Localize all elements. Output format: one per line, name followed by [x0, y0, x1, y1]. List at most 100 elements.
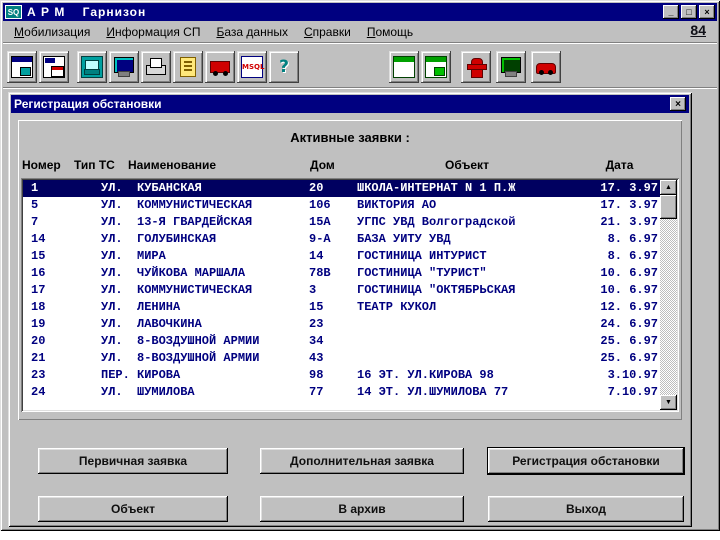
cell-date: 7.10.97: [607, 385, 658, 399]
cell-house: 34: [309, 334, 324, 348]
green-window-icon-2-button[interactable]: [421, 50, 451, 83]
column-header-name: Наименование: [128, 158, 217, 172]
hydrant-icon: [465, 56, 487, 78]
table-row[interactable]: 1 УЛ. КУБАНСКАЯ 20 ШКОЛА-ИНТЕРНАТ N 1 П.Ж 17.…: [23, 180, 660, 197]
table-row[interactable]: 14 УЛ. ГОЛУБИНСКАЯ 9-А БАЗА УИТУ УВД 8. 6.97: [23, 231, 660, 248]
dialog-title-bar: Регистрация обстановки ×: [11, 95, 689, 113]
cell-type: УЛ.: [101, 385, 123, 399]
table-row[interactable]: 20 УЛ. 8-ВОЗДУШНОЙ АРМИИ 34 25. 6.97: [23, 333, 660, 350]
cell-object: [357, 333, 583, 350]
document-button[interactable]: [173, 50, 203, 83]
cell-date: 8. 6.97: [607, 232, 658, 246]
table-header: Номер Тип ТС Наименование Дом Объект Дат…: [22, 158, 661, 172]
cell-name: КИРОВА: [137, 368, 181, 382]
document-icon: [177, 56, 199, 78]
object-button[interactable]: Объект: [38, 496, 228, 522]
green-window-icon-2: [425, 55, 447, 78]
menu-item-references[interactable]: Справки: [296, 22, 359, 42]
monitor-icon: [113, 56, 135, 78]
cascade-window-icon: [11, 55, 33, 78]
cell-object: ГОСТИНИЦА ИНТУРИСТ: [357, 249, 487, 263]
cell-house: 78В: [309, 266, 331, 280]
printer-button[interactable]: [141, 50, 171, 83]
cell-type: УЛ.: [101, 249, 123, 263]
cell-date: 12. 6.97: [600, 300, 658, 314]
cell-num: 14: [31, 232, 46, 246]
fire-car-button[interactable]: [531, 50, 561, 83]
table-body: 1 УЛ. КУБАНСКАЯ 20 ШКОЛА-ИНТЕРНАТ N 1 П.Ж 17.…: [23, 180, 660, 410]
cell-type: УЛ.: [101, 283, 123, 297]
computer-icon: [81, 55, 103, 78]
menu-item-mobilization[interactable]: Мобилизация: [6, 22, 98, 42]
cell-name: МИРА: [137, 249, 166, 263]
cell-name: 8-ВОЗДУШНОЙ АРМИИ: [137, 334, 260, 348]
minimize-button[interactable]: _: [663, 5, 679, 19]
hydrant-button[interactable]: [461, 50, 491, 83]
cell-date: 10. 6.97: [600, 283, 658, 297]
cell-name: ШУМИЛОВА: [137, 385, 195, 399]
column-header-type: Тип ТС: [74, 158, 115, 172]
cell-name: КОММУНИСТИЧЕСКАЯ: [137, 198, 253, 212]
restore-button[interactable]: □: [681, 5, 697, 19]
cell-num: 21: [31, 351, 46, 365]
table-row[interactable]: 21 УЛ. 8-ВОЗДУШНОЙ АРМИИ 43 25. 6.97: [23, 350, 660, 367]
scroll-up-button[interactable]: ▲: [660, 180, 677, 195]
cell-num: 18: [31, 300, 46, 314]
scroll-down-button[interactable]: ▼: [660, 395, 677, 410]
archive-button[interactable]: В архив: [260, 496, 464, 522]
table-scrollbar[interactable]: ▲ ▼: [660, 180, 677, 410]
table-row[interactable]: 24 УЛ. ШУМИЛОВА 77 14 ЭТ. УЛ.ШУМИЛОВА 77 7.10…: [23, 384, 660, 401]
cell-object: ГОСТИНИЦА "ОКТЯБРЬСКАЯ: [357, 283, 516, 297]
register-situation-button[interactable]: Регистрация обстановки: [487, 447, 685, 475]
table-row[interactable]: 23 ПЕР. КИРОВА 98 16 ЭТ. УЛ.КИРОВА 98 3.10.97: [23, 367, 660, 384]
title-bar: SQ А Р М Гарнизон _ □ ×: [3, 3, 717, 21]
cell-house: 43: [309, 351, 324, 365]
toolbar-group-3: [461, 50, 561, 83]
cell-date: 25. 6.97: [600, 334, 658, 348]
table-row[interactable]: 16 УЛ. ЧУЙКОВА МАРШАЛА 78В ГОСТИНИЦА "ТУРИСТ…: [23, 265, 660, 282]
cell-house: 98: [309, 368, 324, 382]
cell-date: 17. 3.97: [600, 198, 658, 212]
dialog-close-button[interactable]: ×: [670, 97, 686, 111]
slide-number: 84: [690, 22, 706, 38]
table-row[interactable]: 15 УЛ. МИРА 14 ГОСТИНИЦА ИНТУРИСТ 8. 6.97: [23, 248, 660, 265]
cell-house: 9-А: [309, 232, 331, 246]
table-row[interactable]: 7 УЛ. 13-Я ГВАРДЕЙСКАЯ 15А УГПС УВД Волгогра…: [23, 214, 660, 231]
close-button[interactable]: ×: [699, 5, 715, 19]
scroll-thumb[interactable]: [660, 195, 677, 219]
menu-item-sp-info[interactable]: Информация СП: [98, 22, 208, 42]
msql-icon: MSQL: [241, 55, 264, 78]
primary-request-button[interactable]: Первичная заявка: [38, 448, 228, 474]
cell-name: ЧУЙКОВА МАРШАЛА: [137, 266, 246, 280]
cell-house: 20: [309, 181, 324, 195]
monitor-button[interactable]: [109, 50, 139, 83]
green-window-icon-1-button[interactable]: [389, 50, 419, 83]
menu-item-database[interactable]: База данных: [208, 22, 295, 42]
cell-date: 17. 3.97: [600, 181, 658, 195]
cascade-window-button[interactable]: [7, 50, 37, 83]
cell-name: КОММУНИСТИЧЕСКАЯ: [137, 283, 253, 297]
computer-button[interactable]: [77, 50, 107, 83]
cell-type: УЛ.: [101, 351, 123, 365]
table-row[interactable]: 17 УЛ. КОММУНИСТИЧЕСКАЯ 3 ГОСТИНИЦА "ОКТЯБРЬ…: [23, 282, 660, 299]
green-monitor-button[interactable]: [496, 50, 526, 83]
cell-house: 77: [309, 385, 324, 399]
cell-object: 14 ЭТ. УЛ.ШУМИЛОВА 77: [357, 385, 509, 399]
menu-item-help[interactable]: Помощь: [359, 22, 421, 42]
window-title: А Р М Гарнизон: [27, 5, 147, 19]
cell-num: 1: [31, 181, 39, 195]
table-row[interactable]: 5 УЛ. КОММУНИСТИЧЕСКАЯ 106 ВИКТОРИЯ АО 17. 3.…: [23, 197, 660, 214]
column-header-house: Дом: [310, 158, 335, 172]
fire-truck-button[interactable]: [205, 50, 235, 83]
msql-button[interactable]: MSQL: [237, 50, 267, 83]
dialog-title: Регистрация обстановки: [14, 97, 162, 111]
switch-window-button[interactable]: [39, 50, 69, 83]
help-button[interactable]: ?: [269, 50, 299, 83]
switch-window-icon: [43, 55, 65, 78]
cell-num: 17: [31, 283, 46, 297]
table-row[interactable]: 18 УЛ. ЛЕНИНА 15 ТЕАТР КУКОЛ 12. 6.97: [23, 299, 660, 316]
green-window-icon-1: [393, 55, 415, 78]
table-row[interactable]: 19 УЛ. ЛАВОЧКИНА 23 24. 6.97: [23, 316, 660, 333]
exit-button[interactable]: Выход: [488, 496, 684, 522]
additional-request-button[interactable]: Дополнительная заявка: [260, 448, 464, 474]
